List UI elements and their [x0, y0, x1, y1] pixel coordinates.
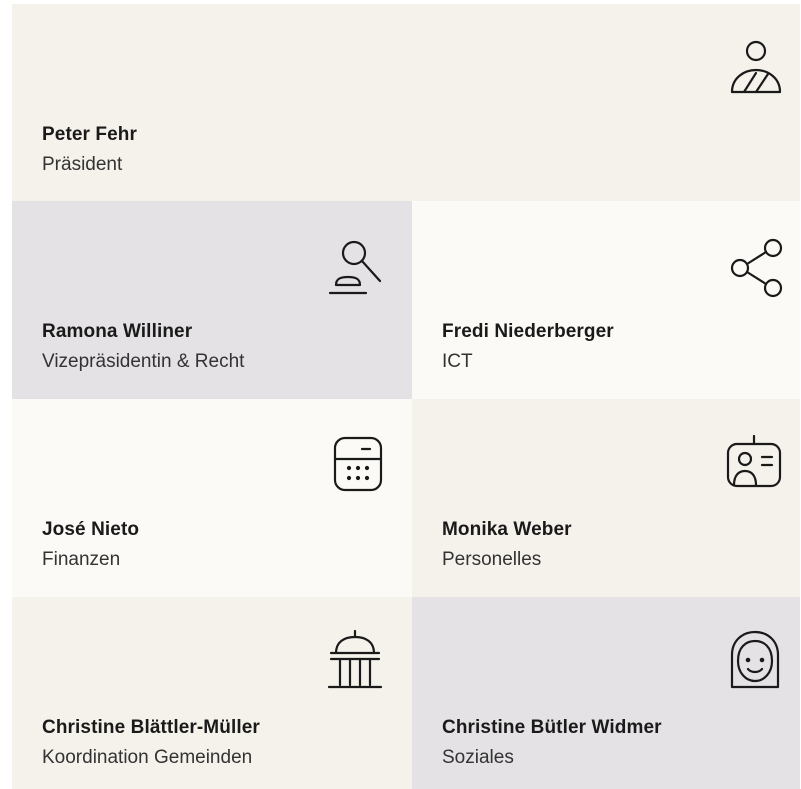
member-role: Koordination Gemeinden — [42, 747, 253, 768]
share-network-icon — [728, 237, 786, 299]
member-role: ICT — [442, 351, 473, 372]
member-role: Finanzen — [42, 549, 121, 570]
member-name: Christine Blättler-Müller — [42, 717, 260, 738]
woman-face-icon — [726, 629, 784, 691]
member-name: Ramona Williner — [42, 321, 193, 342]
member-name: Peter Fehr — [42, 124, 137, 145]
member-card-monika-weber: Monika Weber Personelles — [412, 399, 800, 597]
member-card-christine-blaettler-mueller: Christine Blättler-Müller Koordination G… — [12, 597, 412, 789]
member-name: José Nieto — [42, 519, 140, 540]
member-role: Vizepräsidentin & Recht — [42, 351, 245, 372]
member-name: Fredi Niederberger — [442, 321, 614, 342]
person-icon — [726, 40, 786, 98]
member-name: Christine Bütler Widmer — [442, 717, 662, 738]
member-card-fredi-niederberger: Fredi Niederberger ICT — [412, 201, 800, 399]
gavel-icon — [326, 237, 386, 297]
member-role: Personelles — [442, 549, 542, 570]
member-role: Präsident — [42, 154, 123, 175]
member-card-christine-buetler-widmer: Christine Bütler Widmer Soziales — [412, 597, 800, 789]
member-card-ramona-williner: Ramona Williner Vizepräsidentin & Recht — [12, 201, 412, 399]
member-role: Soziales — [442, 747, 514, 768]
member-card-peter-fehr: Peter Fehr Präsident — [12, 4, 800, 201]
member-name: Monika Weber — [442, 519, 572, 540]
calculator-icon — [332, 435, 384, 493]
member-card-jose-nieto: José Nieto Finanzen — [12, 399, 412, 597]
id-badge-icon — [724, 433, 784, 491]
government-building-icon — [326, 629, 384, 691]
